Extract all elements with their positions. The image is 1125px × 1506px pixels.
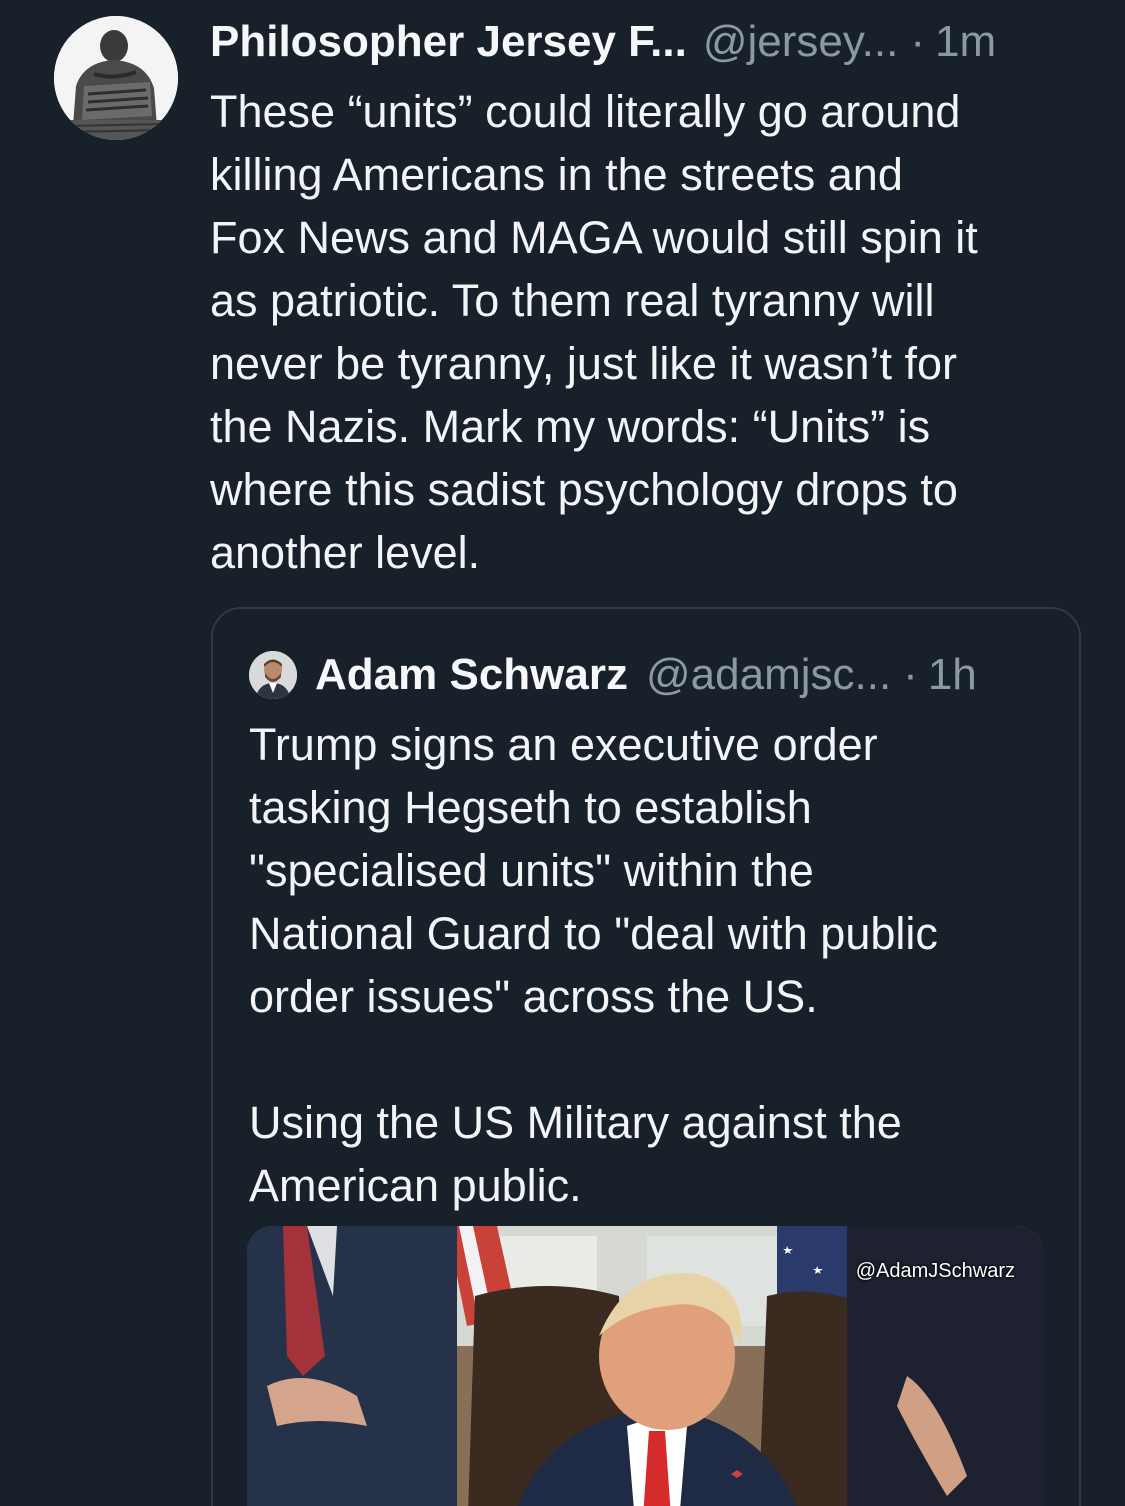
author-name[interactable]: Philosopher Jersey F... — [210, 17, 687, 67]
quoted-timestamp[interactable]: 1h — [928, 650, 977, 700]
author-handle[interactable]: @jersey... — [703, 17, 898, 67]
author-avatar[interactable] — [54, 16, 178, 140]
tweet-body-line: the Nazis. Mark my words: “Units” is — [210, 401, 931, 452]
quoted-body-line: order issues" across the US. — [249, 971, 818, 1022]
quoted-author-avatar[interactable] — [249, 651, 297, 699]
quoted-media-image[interactable]: @AdamJSchwarz — [247, 1226, 1043, 1506]
tweet-body: These “units” could literally go around … — [210, 80, 1090, 584]
quoted-body-line: National Guard to "deal with public — [249, 908, 938, 959]
tweet-header: Philosopher Jersey F... @jersey... · 1m — [210, 14, 996, 70]
statue-avatar-image — [54, 16, 178, 140]
quoted-body-line: American public. — [249, 1160, 582, 1211]
tweet-body-line: killing Americans in the streets and — [210, 149, 903, 200]
separator-dot: · — [903, 650, 918, 699]
quoted-tweet-body: Trump signs an executive order tasking H… — [249, 713, 1049, 1217]
tweet-body-line: as patriotic. To them real tyranny will — [210, 275, 935, 326]
tweet-body-line: These “units” could literally go around — [210, 86, 961, 137]
quoted-tweet[interactable]: Adam Schwarz @adamjsc... · 1h Trump sign… — [211, 607, 1081, 1506]
quoted-body-line: Trump signs an executive order — [249, 719, 878, 770]
tweet-body-line: where this sadist psychology drops to — [210, 464, 958, 515]
tweet-body-line: never be tyranny, just like it wasn’t fo… — [210, 338, 957, 389]
person-avatar-image — [249, 651, 297, 699]
tweet-body-line: another level. — [210, 527, 481, 578]
quoted-author-handle[interactable]: @adamjsc... — [646, 650, 891, 700]
tweet-body-line: Fox News and MAGA would still spin it — [210, 212, 978, 263]
quoted-body-line: Using the US Military against the — [249, 1097, 902, 1148]
tweet[interactable]: Philosopher Jersey F... @jersey... · 1m … — [0, 0, 1125, 1506]
media-watermark: @AdamJSchwarz — [855, 1260, 1015, 1282]
quoted-body-line: "specialised units" within the — [249, 845, 814, 896]
quoted-body-line: tasking Hegseth to establish — [249, 782, 812, 833]
timestamp[interactable]: 1m — [935, 17, 996, 67]
separator-dot: · — [910, 17, 925, 66]
quoted-tweet-header: Adam Schwarz @adamjsc... · 1h — [315, 645, 977, 705]
quoted-author-name[interactable]: Adam Schwarz — [315, 650, 628, 700]
